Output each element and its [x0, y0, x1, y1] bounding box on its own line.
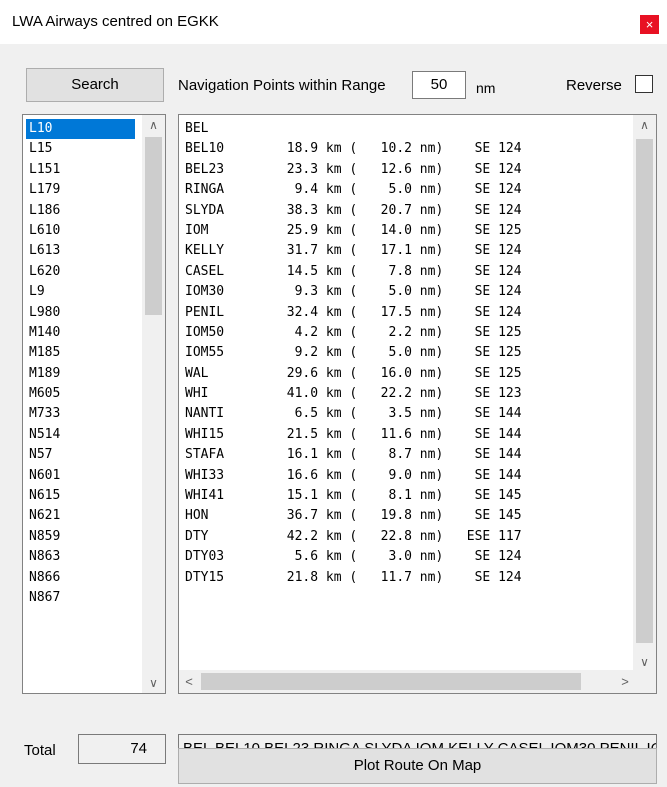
- search-button[interactable]: Search: [26, 68, 164, 102]
- point-row[interactable]: RINGA 9.4 km ( 5.0 nm) SE 124: [185, 180, 631, 200]
- airway-items: L10 L15 L151 L179 L186 L610 L613 L620 L9 L980 M140…: [23, 119, 141, 608]
- point-row[interactable]: SLYDA 38.3 km ( 20.7 nm) SE 124: [185, 201, 631, 221]
- airway-item[interactable]: L613: [23, 241, 141, 261]
- point-row[interactable]: DTY03 5.6 km ( 3.0 nm) SE 124: [185, 547, 631, 567]
- airway-item[interactable]: N866: [23, 568, 141, 588]
- airway-item[interactable]: N57: [23, 445, 141, 465]
- total-value: 74: [78, 734, 166, 764]
- point-row[interactable]: DTY 42.2 km ( 22.8 nm) ESE 117: [185, 527, 631, 547]
- scroll-thumb[interactable]: [201, 673, 581, 690]
- airway-item[interactable]: L186: [23, 201, 141, 221]
- point-rows: BEL BEL10 18.9 km ( 10.2 nm) SE 124 BEL23…: [185, 119, 631, 588]
- nav-points-label: Navigation Points within Range: [178, 77, 386, 94]
- range-unit-label: nm: [476, 80, 496, 96]
- window-title: LWA Airways centred on EGKK: [12, 13, 219, 30]
- points-list-vscrollbar[interactable]: ∧ ∨: [633, 115, 656, 672]
- navigation-points-list[interactable]: BEL BEL10 18.9 km ( 10.2 nm) SE 124 BEL23…: [178, 114, 657, 694]
- point-row[interactable]: IOM50 4.2 km ( 2.2 nm) SE 125: [185, 323, 631, 343]
- point-row[interactable]: HON 36.7 km ( 19.8 nm) SE 145: [185, 506, 631, 526]
- airway-item[interactable]: L610: [23, 221, 141, 241]
- point-row[interactable]: KELLY 31.7 km ( 17.1 nm) SE 124: [185, 241, 631, 261]
- chevron-down-icon[interactable]: ∨: [633, 652, 656, 672]
- airway-item[interactable]: M185: [23, 343, 141, 363]
- point-row[interactable]: IOM 25.9 km ( 14.0 nm) SE 125: [185, 221, 631, 241]
- airway-item[interactable]: M733: [23, 404, 141, 424]
- airway-item[interactable]: N601: [23, 466, 141, 486]
- airway-item[interactable]: N859: [23, 527, 141, 547]
- chevron-down-icon[interactable]: ∨: [142, 673, 165, 693]
- airway-item[interactable]: M140: [23, 323, 141, 343]
- chevron-up-icon[interactable]: ∧: [633, 115, 656, 135]
- point-row[interactable]: WHI15 21.5 km ( 11.6 nm) SE 144: [185, 425, 631, 445]
- scroll-thumb[interactable]: [145, 137, 162, 315]
- airway-item[interactable]: L980: [23, 303, 141, 323]
- airway-item[interactable]: L620: [23, 262, 141, 282]
- reverse-checkbox[interactable]: [635, 75, 653, 93]
- airway-item[interactable]: L10: [26, 119, 135, 140]
- point-row[interactable]: WHI 41.0 km ( 22.2 nm) SE 123: [185, 384, 631, 404]
- airway-item[interactable]: N615: [23, 486, 141, 506]
- title-bar: LWA Airways centred on EGKK ×: [0, 0, 667, 44]
- point-row[interactable]: BEL10 18.9 km ( 10.2 nm) SE 124: [185, 139, 631, 159]
- close-icon[interactable]: ×: [640, 15, 659, 34]
- point-row[interactable]: NANTI 6.5 km ( 3.5 nm) SE 144: [185, 404, 631, 424]
- point-row[interactable]: WHI33 16.6 km ( 9.0 nm) SE 144: [185, 466, 631, 486]
- point-row[interactable]: DTY15 21.8 km ( 11.7 nm) SE 124: [185, 568, 631, 588]
- airway-list[interactable]: L10 L15 L151 L179 L186 L610 L613 L620 L9 L980 M140…: [22, 114, 166, 694]
- airway-item[interactable]: L9: [23, 282, 141, 302]
- point-header[interactable]: BEL: [185, 119, 631, 139]
- airway-item[interactable]: L151: [23, 160, 141, 180]
- airway-item[interactable]: N514: [23, 425, 141, 445]
- scroll-corner: [633, 670, 656, 693]
- airway-item[interactable]: N867: [23, 588, 141, 608]
- points-list-hscrollbar[interactable]: < >: [179, 670, 635, 693]
- point-row[interactable]: IOM55 9.2 km ( 5.0 nm) SE 125: [185, 343, 631, 363]
- reverse-label: Reverse: [566, 77, 622, 94]
- chevron-up-icon[interactable]: ∧: [142, 115, 165, 135]
- point-row[interactable]: WHI41 15.1 km ( 8.1 nm) SE 145: [185, 486, 631, 506]
- total-label: Total: [24, 742, 56, 759]
- airway-item[interactable]: M189: [23, 364, 141, 384]
- point-row[interactable]: STAFA 16.1 km ( 8.7 nm) SE 144: [185, 445, 631, 465]
- point-row[interactable]: IOM30 9.3 km ( 5.0 nm) SE 124: [185, 282, 631, 302]
- point-row[interactable]: CASEL 14.5 km ( 7.8 nm) SE 124: [185, 262, 631, 282]
- airway-list-scrollbar[interactable]: ∧ ∨: [142, 115, 165, 693]
- airway-item[interactable]: M605: [23, 384, 141, 404]
- range-input[interactable]: 50: [412, 71, 466, 99]
- point-row[interactable]: BEL23 23.3 km ( 12.6 nm) SE 124: [185, 160, 631, 180]
- airway-item[interactable]: L179: [23, 180, 141, 200]
- chevron-right-icon[interactable]: >: [615, 670, 635, 693]
- point-row[interactable]: WAL 29.6 km ( 16.0 nm) SE 125: [185, 364, 631, 384]
- point-row[interactable]: PENIL 32.4 km ( 17.5 nm) SE 124: [185, 303, 631, 323]
- airway-item[interactable]: N621: [23, 506, 141, 526]
- plot-route-button[interactable]: Plot Route On Map: [178, 748, 657, 784]
- scroll-thumb[interactable]: [636, 139, 653, 643]
- airway-item[interactable]: N863: [23, 547, 141, 567]
- airway-item[interactable]: L15: [23, 139, 141, 159]
- chevron-left-icon[interactable]: <: [179, 670, 199, 693]
